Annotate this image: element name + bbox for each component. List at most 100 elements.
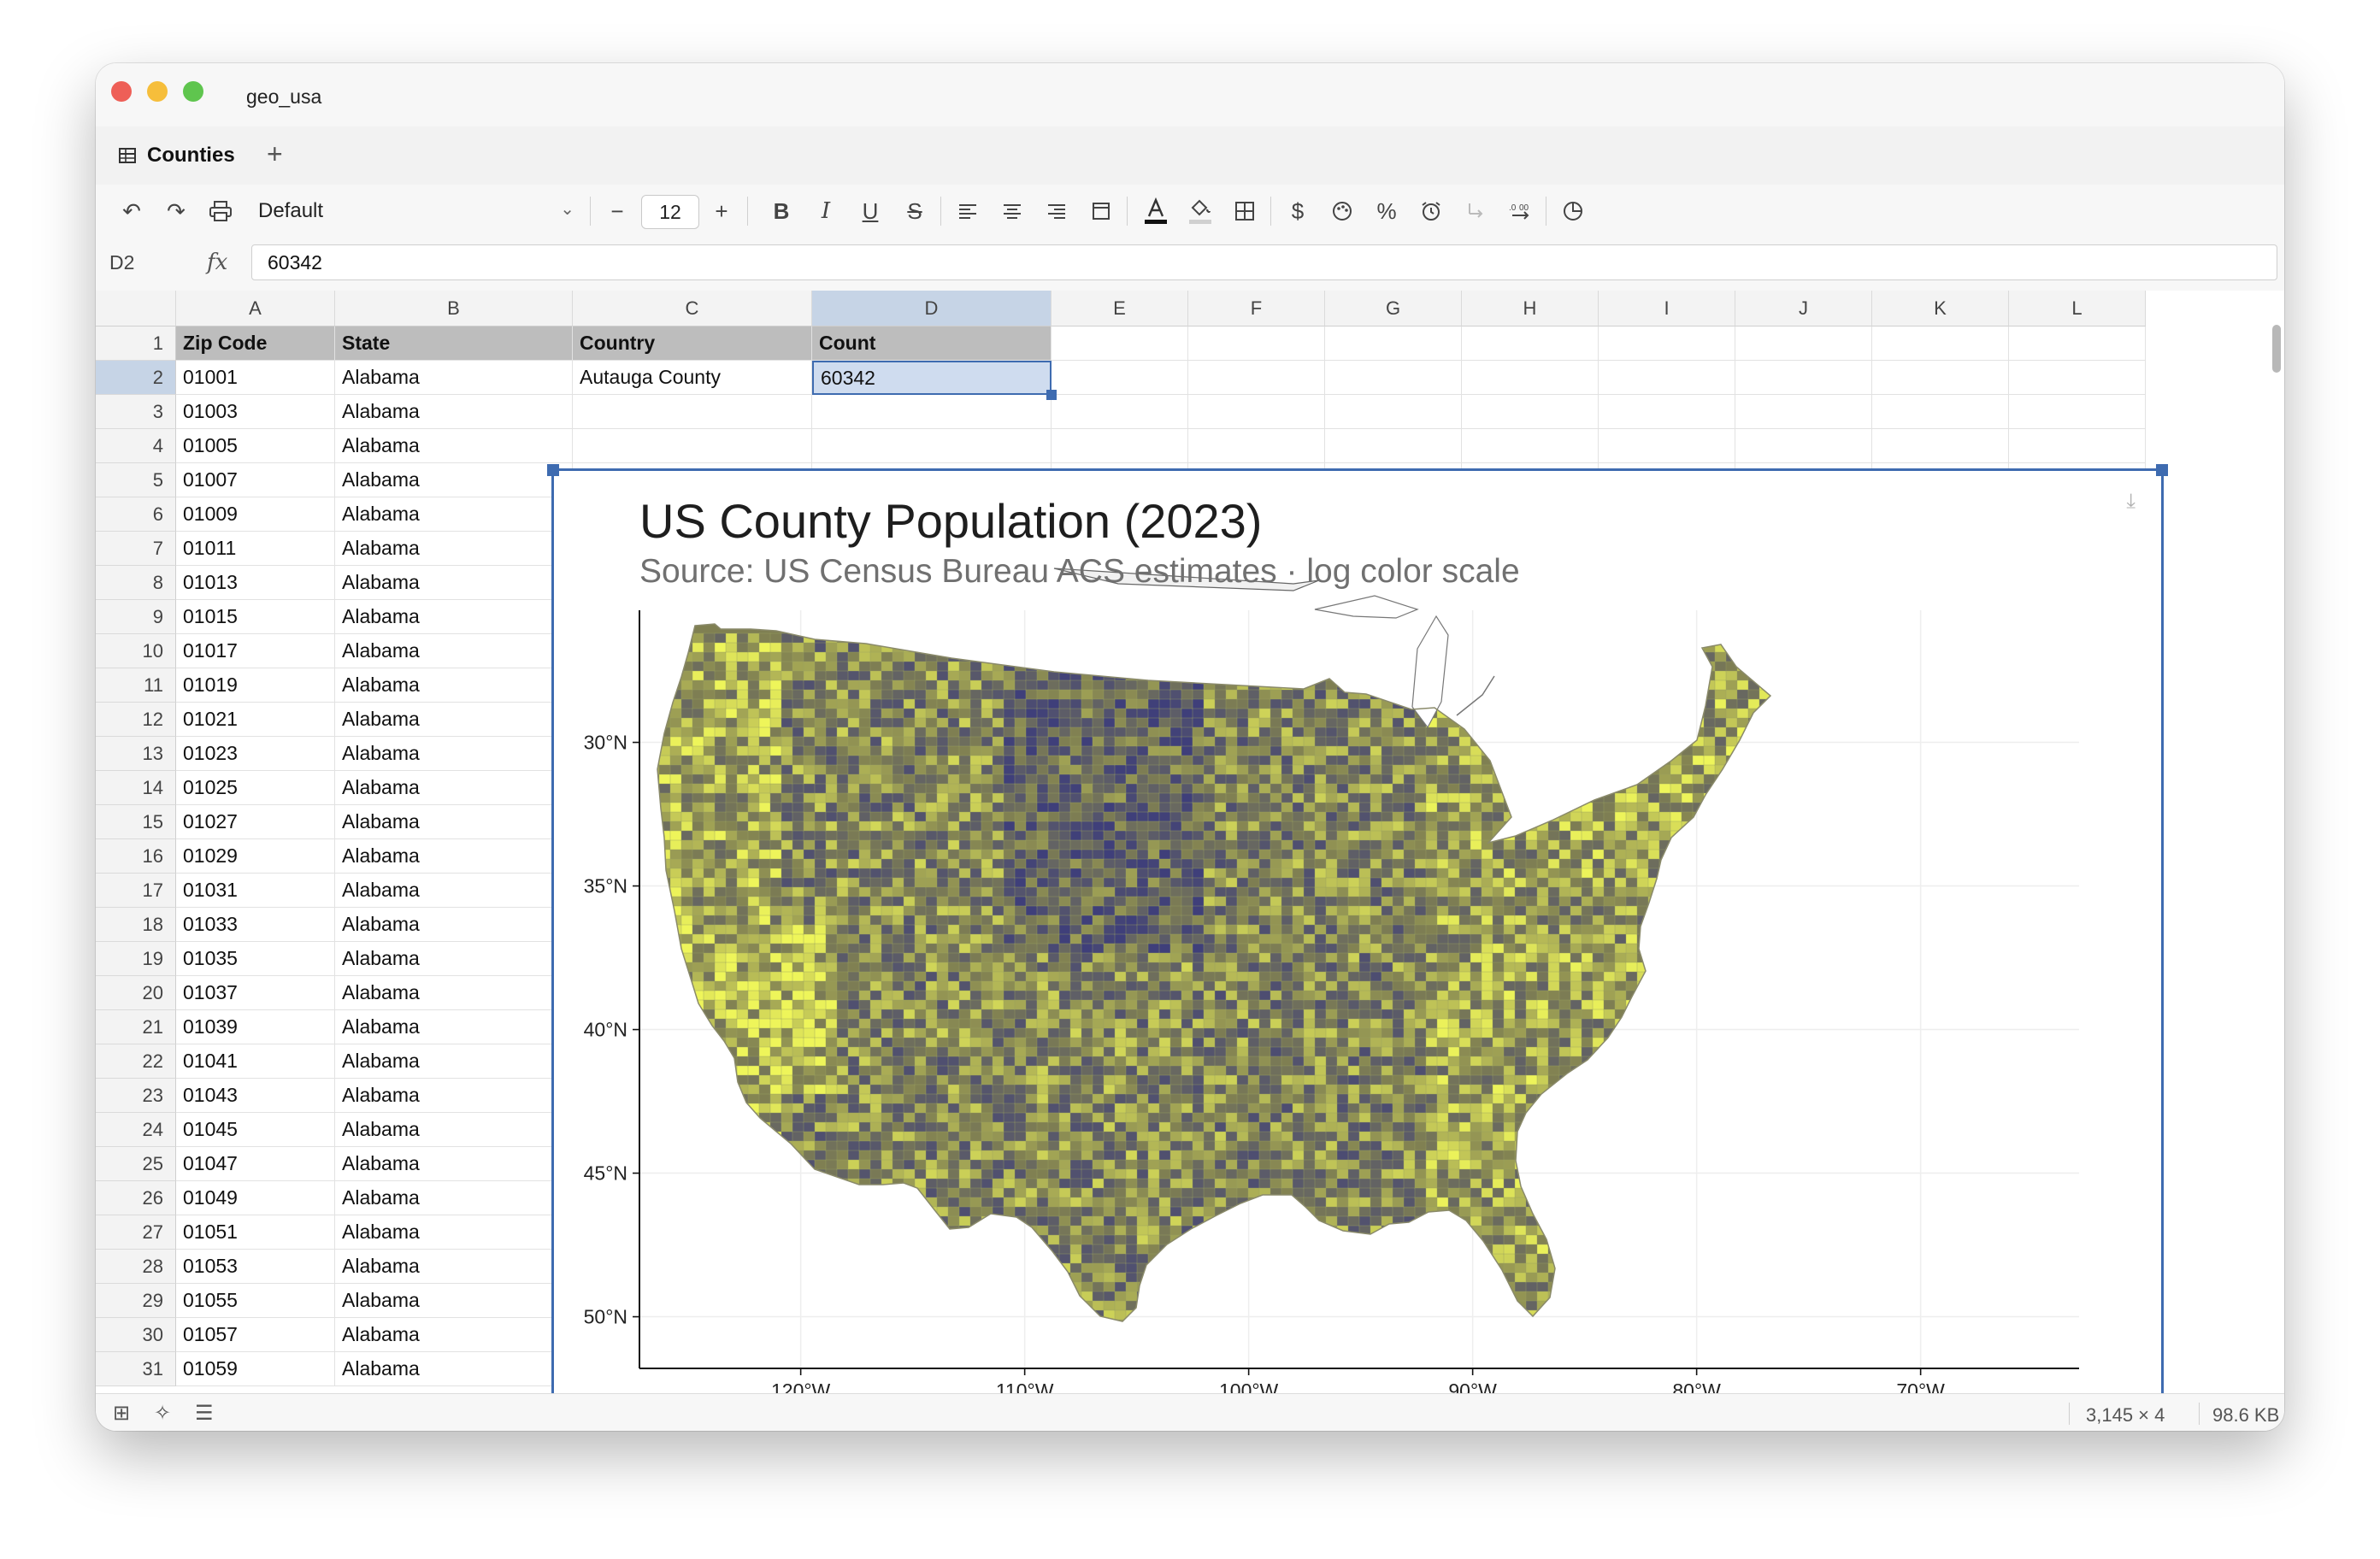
row-header[interactable]: 6 — [96, 497, 176, 532]
empty-cell[interactable] — [1188, 429, 1325, 463]
table-cell[interactable]: Alabama — [335, 1010, 573, 1044]
table-cell[interactable]: 01033 — [176, 908, 335, 942]
table-cell[interactable]: 01037 — [176, 976, 335, 1010]
row-header[interactable]: 4 — [96, 429, 176, 463]
header-cell-b[interactable]: State — [335, 327, 573, 361]
row-header[interactable]: 29 — [96, 1284, 176, 1318]
row-header[interactable]: 20 — [96, 976, 176, 1010]
resize-handle-top-right[interactable] — [2156, 464, 2168, 476]
row-header[interactable]: 16 — [96, 839, 176, 874]
column-header-i[interactable]: I — [1599, 291, 1735, 327]
table-cell[interactable]: Alabama — [335, 805, 573, 839]
table-cell[interactable]: Alabama — [335, 1044, 573, 1079]
empty-cell[interactable] — [1735, 361, 1872, 395]
table-cell[interactable]: 01007 — [176, 463, 335, 497]
decrease-decimal-icon[interactable] — [1462, 196, 1489, 226]
header-cell-d[interactable]: Count — [812, 327, 1052, 361]
table-cell[interactable]: Alabama — [335, 839, 573, 874]
row-header[interactable]: 1 — [96, 327, 176, 361]
align-center-icon[interactable] — [999, 196, 1026, 226]
column-header-h[interactable]: H — [1462, 291, 1599, 327]
row-header[interactable]: 13 — [96, 737, 176, 771]
table-cell[interactable]: 01049 — [176, 1181, 335, 1215]
table-cell[interactable]: Alabama — [335, 600, 573, 634]
empty-cell[interactable] — [1872, 429, 2009, 463]
table-cell[interactable]: Alabama — [335, 497, 573, 532]
empty-cell[interactable] — [1188, 395, 1325, 429]
empty-cell[interactable] — [1599, 395, 1735, 429]
sheet-structure-icon[interactable]: ⊞ — [113, 1401, 130, 1426]
row-header[interactable]: 5 — [96, 463, 176, 497]
empty-cell[interactable] — [1735, 327, 1872, 361]
row-header[interactable]: 15 — [96, 805, 176, 839]
add-sheet-button[interactable]: + — [267, 138, 283, 170]
borders-icon[interactable] — [1231, 196, 1258, 226]
text-color-icon[interactable] — [1140, 196, 1171, 226]
table-cell[interactable]: Alabama — [335, 463, 573, 497]
table-cell[interactable]: 01005 — [176, 429, 335, 463]
tab-counties[interactable]: Counties — [118, 126, 235, 185]
table-cell[interactable]: 01035 — [176, 942, 335, 976]
column-header-l[interactable]: L — [2009, 291, 2146, 327]
empty-cell[interactable] — [2009, 361, 2146, 395]
table-cell[interactable]: 01029 — [176, 839, 335, 874]
empty-cell[interactable] — [1325, 361, 1462, 395]
table-cell[interactable]: 01051 — [176, 1215, 335, 1250]
empty-cell[interactable] — [1052, 327, 1188, 361]
empty-cell[interactable] — [1462, 429, 1599, 463]
empty-cell[interactable] — [1462, 361, 1599, 395]
table-cell[interactable]: Alabama — [335, 976, 573, 1010]
increase-decimal-icon[interactable]: .0 00 — [1506, 196, 1534, 226]
table-cell[interactable]: 01047 — [176, 1147, 335, 1181]
empty-cell[interactable] — [2009, 395, 2146, 429]
row-header[interactable]: 22 — [96, 1044, 176, 1079]
row-header[interactable]: 24 — [96, 1113, 176, 1147]
download-icon[interactable]: ⤓ — [2126, 490, 2136, 514]
table-cell[interactable]: Autauga County — [573, 361, 812, 395]
table-cell[interactable]: Alabama — [335, 361, 573, 395]
italic-icon[interactable]: I — [812, 196, 839, 226]
table-cell[interactable]: 01059 — [176, 1352, 335, 1386]
row-header[interactable]: 14 — [96, 771, 176, 805]
empty-cell[interactable] — [1052, 395, 1188, 429]
table-cell[interactable]: 01019 — [176, 668, 335, 703]
table-cell[interactable]: Alabama — [335, 1147, 573, 1181]
undo-icon[interactable]: ↶ — [116, 196, 147, 226]
table-cell[interactable]: Alabama — [335, 703, 573, 737]
select-all-corner[interactable] — [96, 291, 176, 327]
row-header[interactable]: 10 — [96, 634, 176, 668]
table-cell[interactable] — [812, 395, 1052, 429]
table-cell[interactable]: Alabama — [335, 1318, 573, 1352]
align-left-icon[interactable] — [954, 196, 981, 226]
selected-cell[interactable]: 60342 — [812, 361, 1052, 395]
column-header-d[interactable]: D — [812, 291, 1052, 327]
decrease-font-size-button[interactable]: − — [604, 196, 631, 226]
table-cell[interactable]: Alabama — [335, 1079, 573, 1113]
table-cell[interactable]: 01003 — [176, 395, 335, 429]
empty-cell[interactable] — [1872, 327, 2009, 361]
column-header-c[interactable]: C — [573, 291, 812, 327]
redo-icon[interactable]: ↷ — [161, 196, 191, 226]
table-cell[interactable]: Alabama — [335, 1284, 573, 1318]
table-cell[interactable]: Alabama — [335, 737, 573, 771]
empty-cell[interactable] — [1599, 429, 1735, 463]
table-cell[interactable]: Alabama — [335, 429, 573, 463]
row-header[interactable]: 30 — [96, 1318, 176, 1352]
row-header[interactable]: 12 — [96, 703, 176, 737]
table-cell[interactable]: 01023 — [176, 737, 335, 771]
table-cell[interactable]: 01055 — [176, 1284, 335, 1318]
empty-cell[interactable] — [1599, 327, 1735, 361]
table-cell[interactable]: 01015 — [176, 600, 335, 634]
sparkle-icon[interactable]: ✧ — [154, 1401, 171, 1426]
column-header-e[interactable]: E — [1052, 291, 1188, 327]
column-header-j[interactable]: J — [1735, 291, 1872, 327]
chart-object[interactable]: 120°W 110°W 100°W 90°W 80°W 70°W 30°N 35°N 40°N 4… — [547, 464, 2168, 1431]
row-header[interactable]: 18 — [96, 908, 176, 942]
table-cell[interactable]: Alabama — [335, 771, 573, 805]
column-header-f[interactable]: F — [1188, 291, 1325, 327]
table-cell[interactable]: 01031 — [176, 874, 335, 908]
table-cell[interactable] — [573, 395, 812, 429]
table-cell[interactable]: 01025 — [176, 771, 335, 805]
table-cell[interactable] — [812, 429, 1052, 463]
table-cell[interactable]: Alabama — [335, 1181, 573, 1215]
